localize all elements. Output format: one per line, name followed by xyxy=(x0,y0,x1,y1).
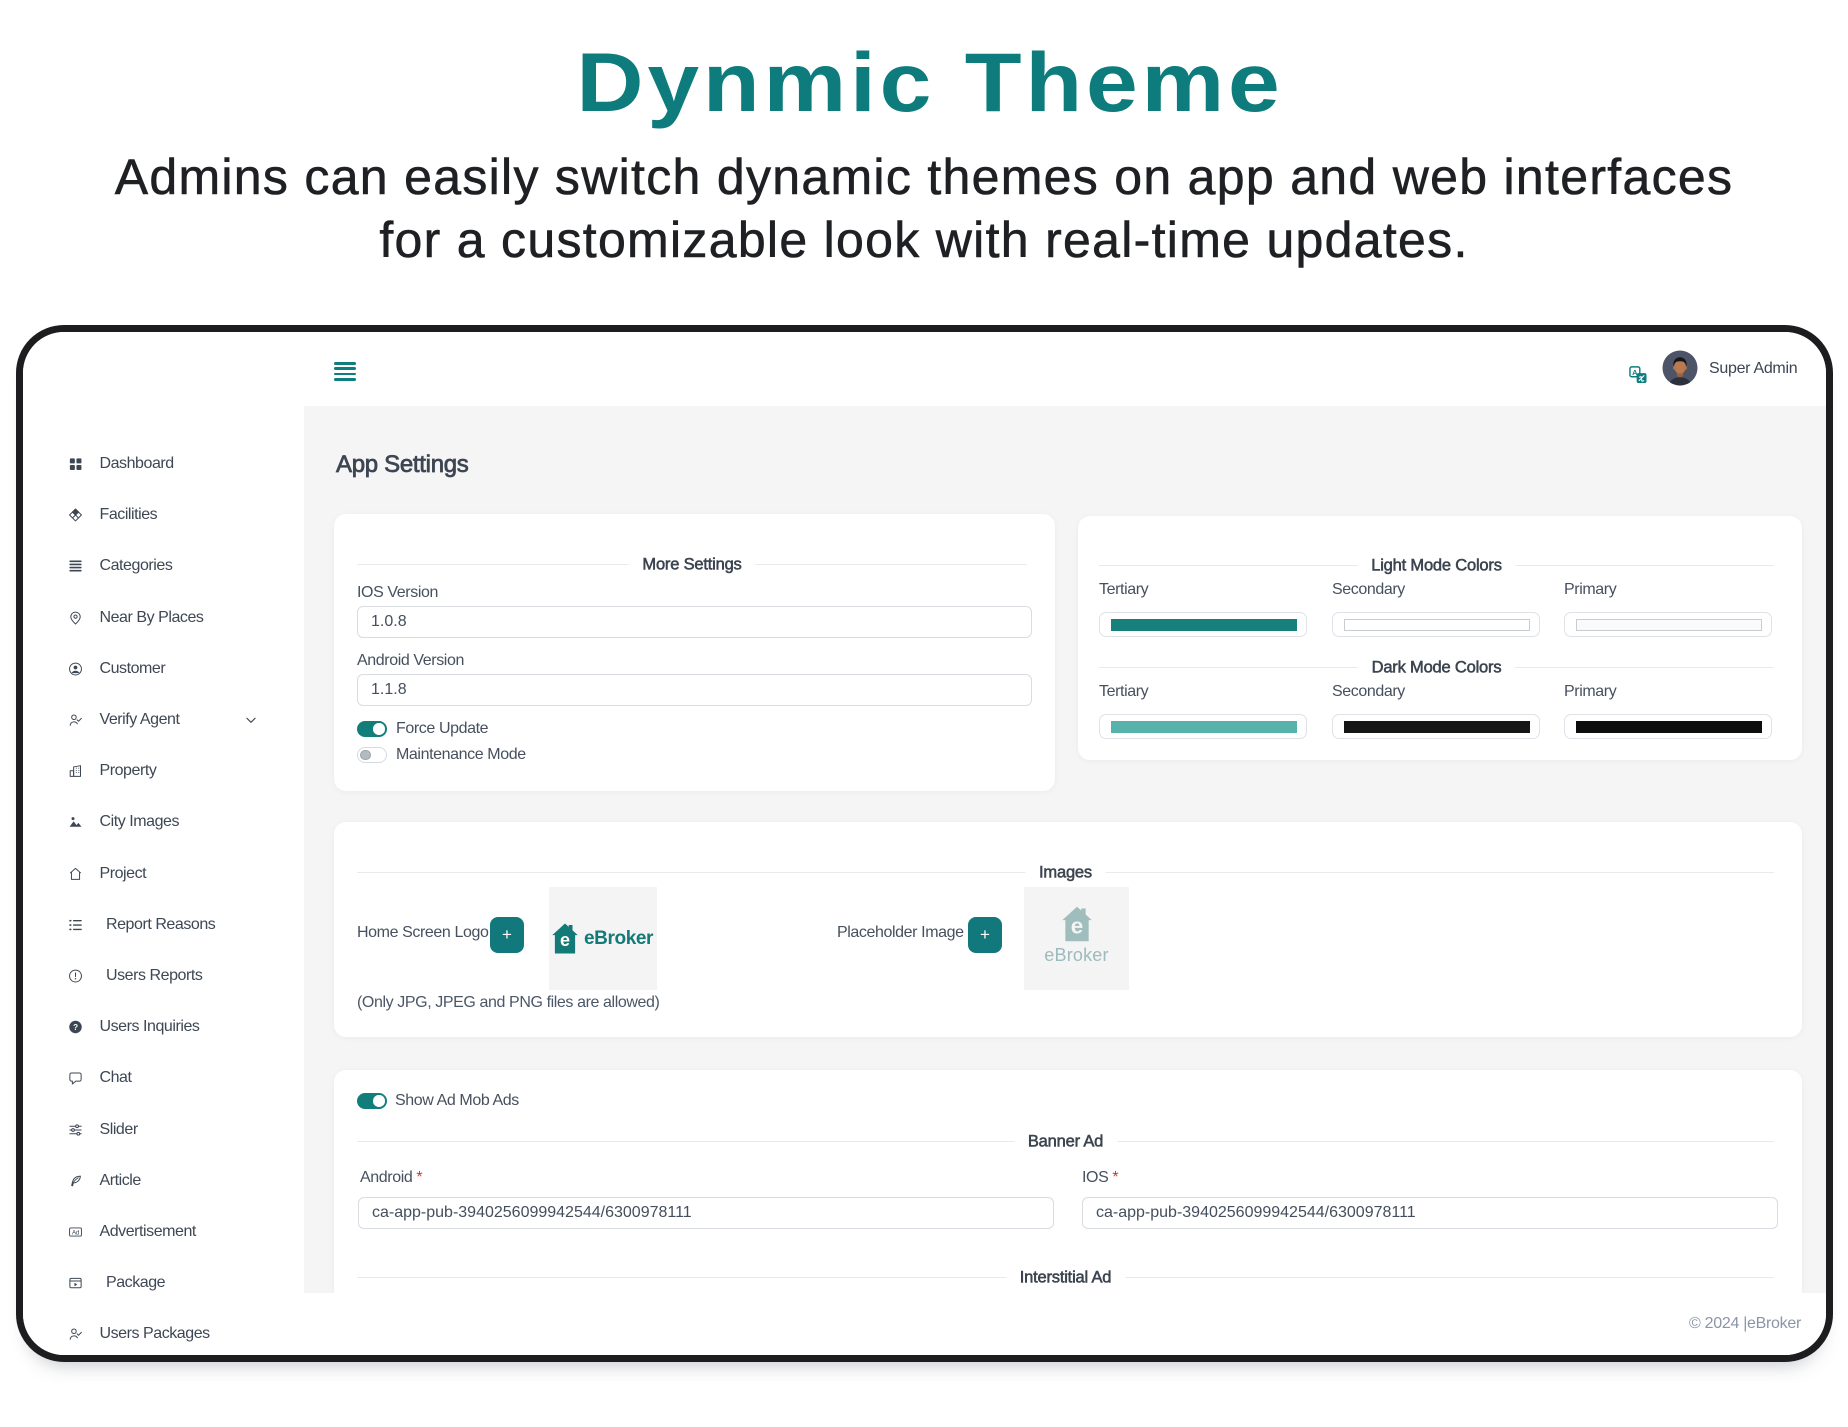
svg-text:e: e xyxy=(1071,914,1083,939)
svg-text:e: e xyxy=(560,930,570,950)
svg-text:?: ? xyxy=(73,1023,78,1032)
svg-text:Ad: Ad xyxy=(72,1229,80,1236)
